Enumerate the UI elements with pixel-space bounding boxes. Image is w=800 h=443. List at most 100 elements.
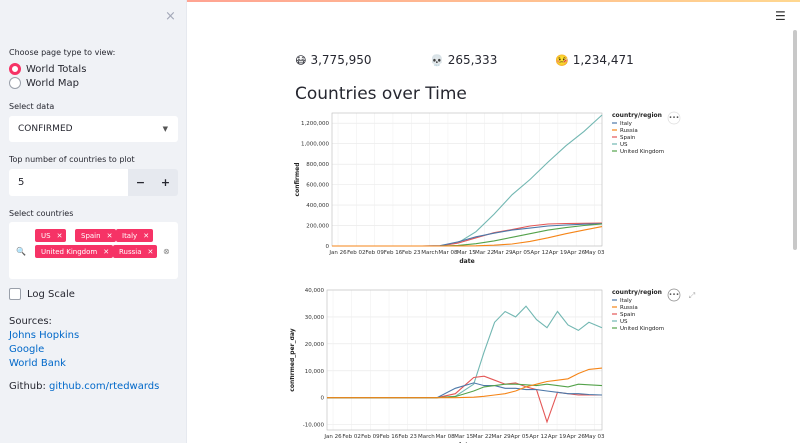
log-scale-checkbox[interactable]: Log Scale [9,288,75,300]
expand-icon[interactable]: ⤢ [688,291,695,300]
stat-value: 3,775,950 [310,53,372,67]
series-line-us [327,305,603,399]
link-google[interactable]: Google [9,344,44,355]
more-options-icon[interactable]: ••• [669,292,680,299]
close-sidebar-icon[interactable]: × [165,9,176,24]
x-tick-label: Feb 02 [342,434,361,440]
github-link[interactable]: github.com/rtedwards [49,381,159,392]
radio-selected-icon[interactable] [9,63,21,75]
top-n-stepper[interactable]: 5 − + [9,169,178,196]
legend-entry: United Kingdom [620,149,664,155]
chevron-down-icon[interactable]: ▼ [163,125,168,133]
github-line: Github: github.com/rtedwards [9,381,159,392]
stat-confirmed: 😷 3,775,950 [295,53,372,67]
y-tick-label: 40,000 [305,288,325,294]
hamburger-menu-icon[interactable]: ☰ [775,9,786,23]
remove-tag-icon[interactable]: ✕ [143,232,149,240]
y-tick-label: 20,000 [305,342,325,348]
more-options-icon[interactable]: ••• [669,115,680,122]
x-tick-label: Mar 08 [438,250,458,256]
country-tag[interactable]: Italy ✕ [116,229,154,242]
remove-tag-icon[interactable]: ✕ [103,248,109,256]
country-tag-label: United Kingdom [41,247,98,256]
series-line-spain [327,375,602,424]
stat-deaths: 💀 265,333 [430,53,497,67]
scrollbar[interactable] [793,30,797,250]
countries-multiselect[interactable]: 🔍 US ✕ Spain ✕ Italy ✕ United Kingdom ✕ Russ… [9,222,178,279]
x-tick-label: Feb 23 [398,434,417,440]
stat-value: 265,333 [447,53,498,67]
top-n-input[interactable]: 5 [9,169,128,196]
select-data-label: Select data [9,102,55,111]
x-tick-label: Mar 15 [454,434,474,440]
x-tick-label: Feb 16 [384,250,403,256]
log-scale-label: Log Scale [27,288,75,300]
y-tick-label: 800,000 [306,162,329,168]
sources-title: Sources: [9,316,52,327]
legend-entry: US [620,319,628,325]
x-tick-label: Mar 15 [457,250,477,256]
y-tick-label: 400,000 [306,203,329,209]
y-tick-label: 600,000 [306,183,329,189]
remove-tag-icon[interactable]: ✕ [107,232,113,240]
data-select[interactable]: CONFIRMED ▼ [9,116,178,142]
legend-entry: Italy [620,298,633,304]
radio-label: World Totals [26,63,87,75]
legend-entry: US [620,142,628,148]
top-n-label: Top number of countries to plot [9,155,135,164]
decrement-button[interactable]: − [128,169,153,196]
clear-all-icon[interactable]: ⊗ [163,247,170,256]
x-tick-label: Mar 22 [473,434,492,440]
radio-unselected-icon[interactable] [9,77,21,89]
legend-entry: Russia [620,128,638,134]
radio-world-totals[interactable]: World Totals [9,63,86,75]
thermometer-face-icon: 🤒 [555,53,569,67]
country-tag-label: Italy [122,231,138,240]
x-tick-label: May 03 [584,250,605,256]
x-tick-label: Apr 26 [567,250,586,256]
checkbox-icon[interactable] [9,288,21,300]
mask-face-icon: 😷 [295,53,307,67]
x-tick-label: Feb 23 [402,250,421,256]
x-axis-label: date [459,258,474,265]
x-tick-label: Mar 29 [493,250,513,256]
github-prefix: Github: [9,381,46,392]
increment-button[interactable]: + [153,169,178,196]
stat-recovered: 🤒 1,234,471 [555,53,634,67]
country-tag[interactable]: US ✕ [35,229,67,242]
page-type-label: Choose page type to view: [9,48,116,57]
series-line-us [332,114,603,247]
x-tick-label: Feb 09 [361,434,380,440]
series-line-russia [332,226,603,247]
confirmed-per-day-chart[interactable]: -10,000010,00020,00030,00040,000Jan 26 Fe… [290,285,710,443]
x-tick-label: March [418,434,435,440]
y-tick-label: 1,000,000 [301,142,329,148]
sidebar: × Choose page type to view: World Totals… [0,0,187,443]
country-tag[interactable]: United Kingdom ✕ [35,245,114,258]
y-tick-label: 10,000 [305,369,325,375]
confirmed-chart[interactable]: 0200,000400,000600,000800,0001,000,0001,… [290,105,710,270]
radio-label: World Map [26,77,79,89]
remove-tag-icon[interactable]: ✕ [57,232,63,240]
country-tag-label: Spain [81,231,101,240]
x-tick-label: Apr 19 [548,434,567,440]
country-tag[interactable]: Spain ✕ [75,229,117,242]
radio-world-map[interactable]: World Map [9,77,79,89]
x-tick-label: Feb 09 [365,250,384,256]
remove-tag-icon[interactable]: ✕ [148,248,154,256]
y-tick-label: 1,200,000 [301,121,329,127]
legend-title: country/region [612,112,662,119]
x-tick-label: Jan 26 [323,434,342,440]
x-tick-label: Apr 12 [529,434,547,440]
x-tick-label: Apr 26 [567,434,586,440]
y-tick-label: 0 [321,396,325,402]
link-johns-hopkins[interactable]: Johns Hopkins [9,330,79,341]
x-tick-label: Mar 22 [475,250,494,256]
data-select-value: CONFIRMED [18,124,73,134]
country-tag[interactable]: Russia ✕ [113,245,158,258]
country-tag-label: Russia [119,247,142,256]
country-tag-label: US [41,231,51,240]
page-title: Countries over Time [295,84,467,104]
x-tick-label: Apr 05 [511,434,530,440]
link-world-bank[interactable]: World Bank [9,358,66,369]
